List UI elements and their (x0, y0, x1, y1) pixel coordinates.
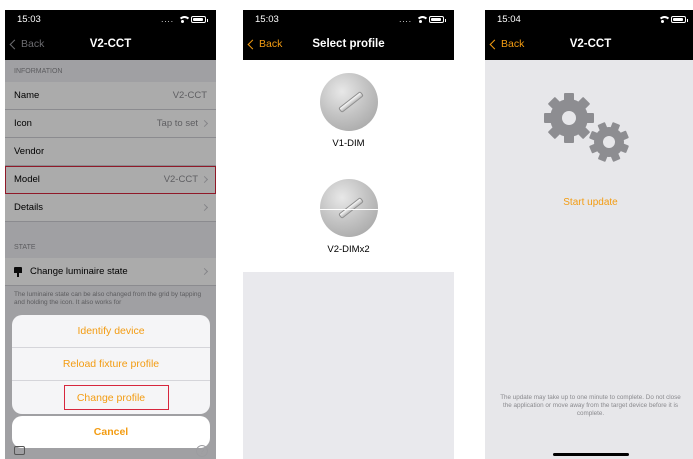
wifi-icon (416, 15, 429, 23)
back-button[interactable]: Back (247, 28, 282, 60)
back-chevron-icon (247, 39, 258, 49)
profile-name: V1-DIM (332, 138, 365, 149)
select-profile-screen: 15:03 .... Back Select profile V1-DIM V2… (243, 10, 454, 459)
fixture-thumbnail-icon (319, 179, 378, 237)
status-bar: 15:03 .... (5, 10, 216, 28)
status-bar: 15:03 .... (243, 10, 454, 28)
profile-item-v2-dimx2[interactable]: V2-DIMx2 (243, 166, 454, 272)
profile-item-v1-dim[interactable]: V1-DIM (243, 60, 454, 166)
nav-bar: Back V2-CCT (5, 28, 216, 60)
back-chevron-icon (489, 39, 500, 49)
signal-icon: .... (161, 14, 174, 24)
status-time: 15:03 (255, 13, 279, 25)
page-title: V2-CCT (89, 38, 132, 50)
back-button[interactable]: Back (489, 28, 524, 60)
battery-icon (671, 15, 688, 23)
signal-icon: .... (399, 14, 412, 24)
page-title: Select profile (312, 38, 385, 50)
wifi-icon (178, 15, 191, 23)
square-icon (14, 446, 25, 455)
help-icon[interactable]: ? (196, 445, 208, 457)
firmware-update-screen: 15:04 Back V2-CCT Start update The updat… (485, 10, 693, 459)
profile-list: V1-DIM V2-DIMx2 (243, 60, 454, 272)
back-chevron-icon (9, 39, 20, 49)
start-update-button[interactable]: Start update (485, 197, 693, 208)
cancel-button[interactable]: Cancel (12, 416, 210, 448)
home-indicator (552, 453, 629, 456)
reload-fixture-profile-button[interactable]: Reload fixture profile (12, 348, 210, 381)
change-profile-button[interactable]: Change profile (12, 381, 210, 414)
battery-icon (191, 15, 208, 23)
highlight-box (64, 385, 169, 410)
page-title: V2-CCT (569, 38, 612, 50)
status-time: 15:04 (497, 13, 521, 25)
update-note: The update may take up to one minute to … (500, 394, 681, 418)
nav-bar: Back V2-CCT (485, 28, 693, 60)
wifi-icon (658, 15, 671, 23)
battery-icon (429, 15, 446, 23)
nav-bar: Back Select profile (243, 28, 454, 60)
identify-device-button[interactable]: Identify device (12, 315, 210, 348)
status-bar: 15:04 (485, 10, 693, 28)
status-time: 15:03 (17, 13, 41, 25)
back-button[interactable]: Back (9, 28, 44, 60)
device-settings-screen: 15:03 .... Back V2-CCT INFORMATION Name … (5, 10, 216, 459)
gears-icon (544, 93, 629, 162)
action-sheet: Identify device Reload fixture profile C… (12, 315, 210, 414)
fixture-thumbnail-icon (319, 73, 378, 131)
profile-name: V2-DIMx2 (327, 244, 370, 255)
